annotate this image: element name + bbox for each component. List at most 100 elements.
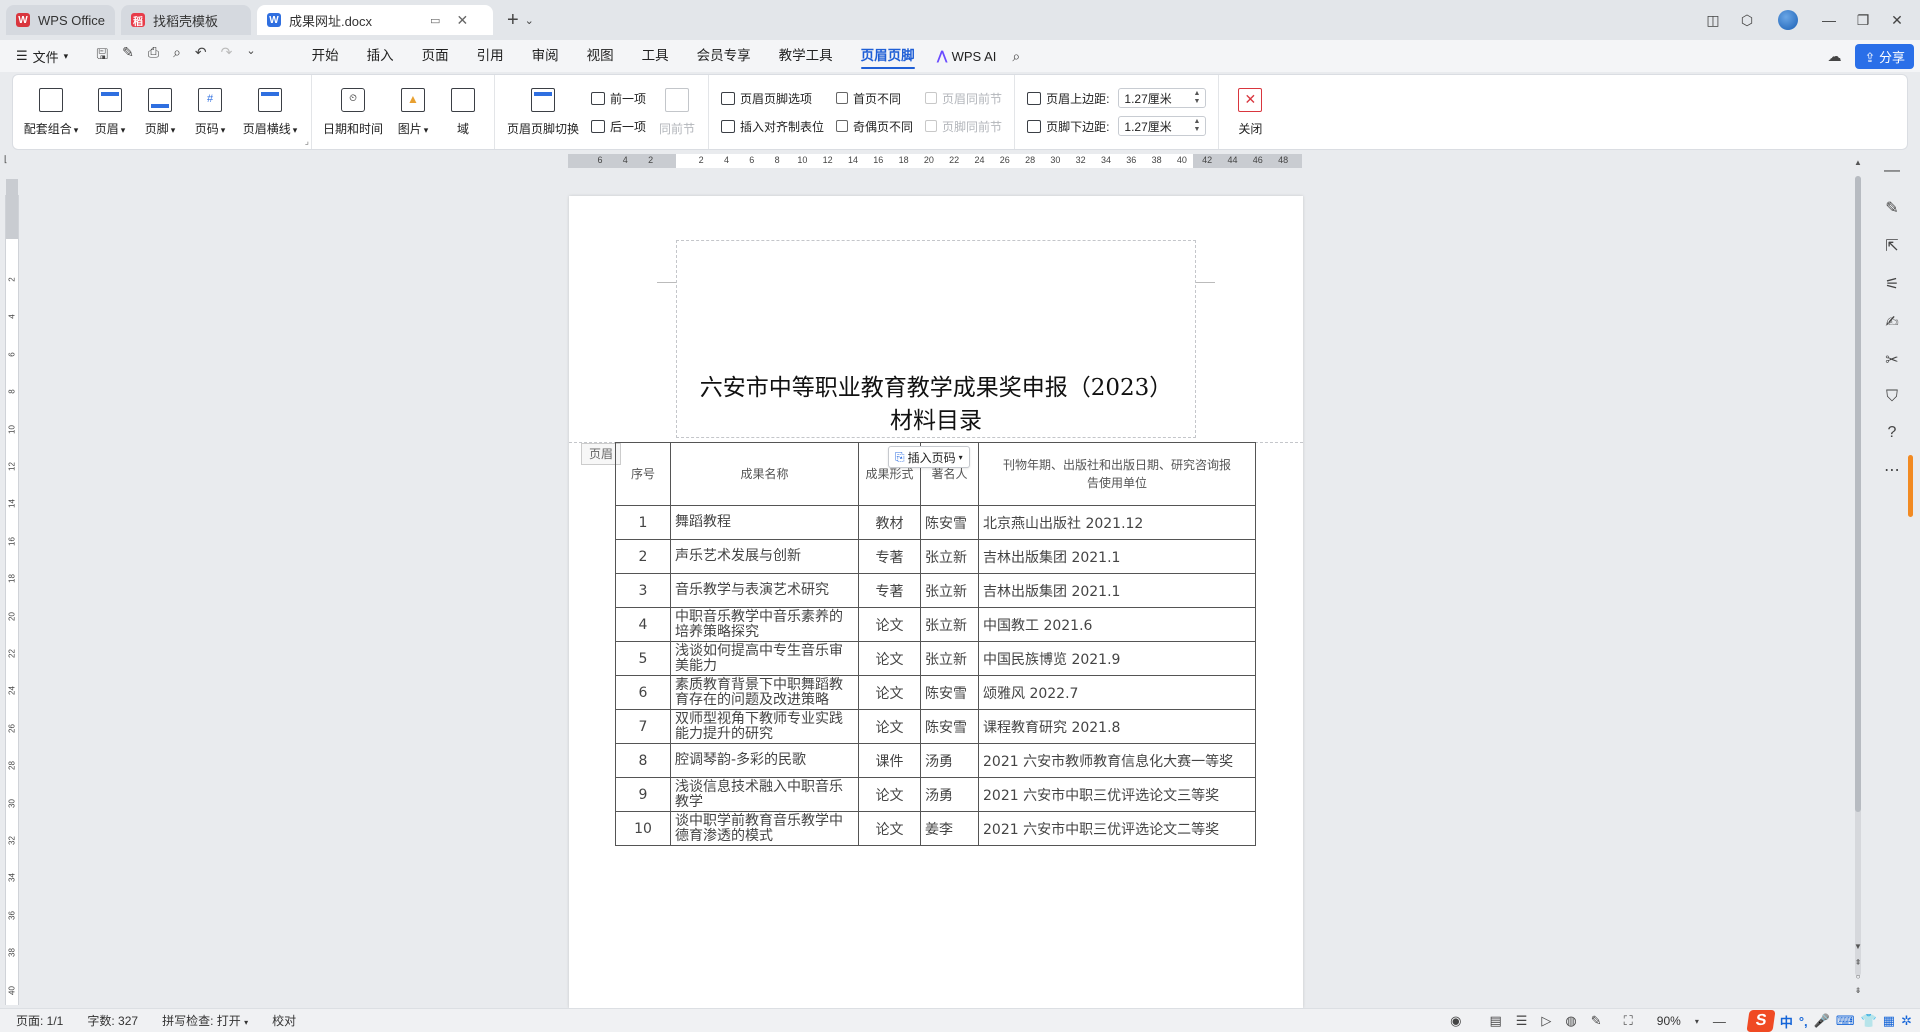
zoom-level[interactable]: 90% bbox=[1657, 1014, 1681, 1028]
cell-author[interactable]: 张立新 bbox=[920, 573, 979, 608]
tab-wps-office[interactable]: W WPS Office bbox=[6, 5, 115, 35]
format-painter-icon[interactable]: ✎ bbox=[122, 44, 134, 68]
cell-form[interactable]: 论文 bbox=[858, 607, 921, 642]
ruler-corner-icon[interactable]: ⌊ bbox=[4, 154, 8, 165]
field-button[interactable]: 域 bbox=[440, 77, 486, 147]
footer-button[interactable]: 页脚 ▾ bbox=[137, 77, 183, 147]
table-row[interactable]: 6 素质教育背景下中职舞蹈教育存在的问题及改进策略 论文 陈安雪 颂雅风 2022.7 bbox=[615, 675, 1256, 710]
cell-publication[interactable]: 中国教工 2021.6 bbox=[978, 607, 1256, 642]
horizontal-ruler[interactable]: 6 4 2 2 4 6 8 10 12 14 16 18 20 22 24 26 28 30 32 34 36 38 40 4… bbox=[568, 154, 1302, 168]
outline-view-icon[interactable]: ☰ bbox=[1516, 1013, 1528, 1029]
cell-publication[interactable]: 2021 六安市中职三优评选论文二等奖 bbox=[978, 811, 1256, 846]
share-button[interactable]: ⇪ 分享 bbox=[1855, 43, 1914, 69]
tab-member[interactable]: 会员专享 bbox=[683, 40, 765, 72]
cell-index[interactable]: 7 bbox=[615, 709, 671, 744]
page-count[interactable]: 页面: 1/1 bbox=[16, 1012, 63, 1029]
side-notification-tab[interactable] bbox=[1908, 455, 1913, 517]
header-line-button[interactable]: 页眉横线 ▾ bbox=[237, 77, 303, 147]
cell-publication[interactable]: 吉林出版集团 2021.1 bbox=[978, 539, 1256, 574]
ime-mic-icon[interactable]: 🎤 bbox=[1814, 1013, 1830, 1029]
ime-punctuation-icon[interactable]: °, bbox=[1799, 1014, 1808, 1029]
print-preview-icon[interactable]: ⌕ bbox=[173, 44, 181, 68]
tab-insert[interactable]: 插入 bbox=[353, 40, 408, 72]
combo-button[interactable]: 配套组合 ▾ bbox=[19, 77, 83, 147]
footer-bottom-spinner[interactable]: 1.27厘米 ▲ ▼ bbox=[1118, 116, 1207, 136]
cell-index[interactable]: 5 bbox=[615, 641, 671, 676]
table-row[interactable]: 5 浅谈如何提高中专生音乐审美能力 论文 张立新 中国民族博览 2021.9 bbox=[615, 641, 1256, 676]
cloud-icon[interactable]: ☁ bbox=[1827, 48, 1841, 65]
spinner-arrows-icon[interactable]: ▲ ▼ bbox=[1193, 118, 1200, 134]
cell-publication[interactable]: 2021 六安市中职三优评选论文三等奖 bbox=[978, 777, 1256, 812]
scroll-down-icon[interactable]: ▼ bbox=[1852, 942, 1864, 951]
cell-form[interactable]: 专著 bbox=[858, 573, 921, 608]
print-icon[interactable]: ⎙ bbox=[148, 44, 159, 68]
cell-name[interactable]: 素质教育背景下中职舞蹈教育存在的问题及改进策略 bbox=[670, 675, 859, 710]
cell-publication[interactable]: 中国民族博览 2021.9 bbox=[978, 641, 1256, 676]
close-window-icon[interactable]: ✕ bbox=[1880, 12, 1914, 29]
cell-author[interactable]: 姜李 bbox=[920, 811, 979, 846]
cell-index[interactable]: 10 bbox=[615, 811, 671, 846]
date-time-button[interactable]: ⏲ 日期和时间 bbox=[320, 77, 386, 147]
web-view-icon[interactable]: ◍ bbox=[1565, 1013, 1576, 1029]
shirt-icon[interactable]: ⛉ bbox=[1881, 388, 1903, 406]
eye-protect-icon[interactable]: ◉ bbox=[1450, 1013, 1461, 1029]
cell-publication[interactable]: 颂雅风 2022.7 bbox=[978, 675, 1256, 710]
table-row[interactable]: 9 浅谈信息技术融入中职音乐教学 论文 汤勇 2021 六安市中职三优评选论文三等奖 bbox=[615, 777, 1256, 812]
ime-apps-icon[interactable]: ▦ bbox=[1883, 1013, 1895, 1029]
insert-page-number-button[interactable]: ⎘ 插入页码 ▾ bbox=[888, 446, 970, 468]
close-tab-icon[interactable]: ✕ bbox=[456, 12, 468, 29]
cell-form[interactable]: 论文 bbox=[858, 777, 921, 812]
zoom-out-icon[interactable]: — bbox=[1713, 1014, 1726, 1029]
cell-publication[interactable]: 课程教育研究 2021.8 bbox=[978, 709, 1256, 744]
tab-start[interactable]: 开始 bbox=[298, 40, 353, 72]
document-title[interactable]: 六安市中等职业教育教学成果奖申报（2023） 材料目录 bbox=[669, 372, 1203, 438]
pen-mode-icon[interactable]: ✎ bbox=[1591, 1013, 1602, 1029]
switch-header-footer-button[interactable]: 页眉页脚切换 bbox=[503, 77, 583, 147]
header-footer-options-button[interactable]: 页眉页脚选项 bbox=[721, 88, 824, 108]
word-count[interactable]: 字数: 327 bbox=[87, 1012, 138, 1029]
first-page-different-checkbox[interactable]: 首页不同 bbox=[836, 88, 913, 108]
adjust-sliders-icon[interactable]: ⚟ bbox=[1881, 274, 1903, 294]
tab-header-footer[interactable]: 页眉页脚 bbox=[847, 40, 929, 72]
cell-name[interactable]: 声乐艺术发展与创新 bbox=[670, 539, 859, 574]
footer-same-prev-checkbox[interactable]: 页脚同前节 bbox=[925, 116, 1002, 136]
results-table[interactable]: 序号 成果名称 成果形式 著名人 刊物年期、出版社和出版日期、研究咨询报告使用单… bbox=[615, 442, 1256, 846]
edit-pen-icon[interactable]: ✎ bbox=[1881, 198, 1903, 218]
table-row[interactable]: 4 中职音乐教学中音乐素养的培养策略探究 论文 张立新 中国教工 2021.6 bbox=[615, 607, 1256, 642]
vertical-scrollbar[interactable]: ▲ ▼ ⇞ ○ ⇟ bbox=[1852, 158, 1864, 1004]
search-icon[interactable]: ⌕ bbox=[1012, 48, 1020, 65]
file-menu[interactable]: ☰ 文件 ▾ bbox=[16, 47, 68, 66]
cell-name[interactable]: 中职音乐教学中音乐素养的培养策略探究 bbox=[670, 607, 859, 642]
cell-form[interactable]: 论文 bbox=[858, 641, 921, 676]
ime-keyboard-icon[interactable]: ⌨ bbox=[1836, 1013, 1855, 1029]
header-top-spinner[interactable]: 1.27厘米 ▲ ▼ bbox=[1118, 88, 1207, 108]
zoom-chevron-icon[interactable]: ▾ bbox=[1695, 1017, 1699, 1026]
cell-index[interactable]: 8 bbox=[615, 743, 671, 778]
cell-form[interactable]: 教材 bbox=[858, 505, 921, 540]
collapse-panel-icon[interactable]: — bbox=[1881, 162, 1903, 180]
cell-author[interactable]: 陈安雪 bbox=[920, 709, 979, 744]
cell-author[interactable]: 张立新 bbox=[920, 641, 979, 676]
tab-document[interactable]: W 成果网址.docx ▭ ✕ bbox=[256, 5, 493, 35]
proofread-button[interactable]: 校对 bbox=[272, 1012, 296, 1029]
cell-form[interactable]: 课件 bbox=[858, 743, 921, 778]
new-tab-icon[interactable]: + bbox=[507, 9, 519, 32]
spinner-arrows-icon[interactable]: ▲ ▼ bbox=[1193, 90, 1200, 106]
redo-icon[interactable]: ↷ bbox=[221, 44, 233, 68]
prev-page-icon[interactable]: ⇞ bbox=[1852, 958, 1864, 967]
tab-tools[interactable]: 工具 bbox=[628, 40, 683, 72]
tab-list-chevron-icon[interactable]: ⌄ bbox=[525, 14, 534, 27]
dialog-launcher-icon[interactable]: ⌟ bbox=[305, 136, 309, 147]
cell-index[interactable]: 2 bbox=[615, 539, 671, 574]
next-item-button[interactable]: 后一项 bbox=[591, 116, 646, 136]
tab-page[interactable]: 页面 bbox=[408, 40, 463, 72]
header-button[interactable]: 页眉 ▾ bbox=[87, 77, 133, 147]
table-row[interactable]: 1 舞蹈教程 教材 陈安雪 北京燕山出版社 2021.12 bbox=[615, 505, 1256, 540]
vertical-ruler[interactable]: 2 4 6 8 10 12 14 16 18 20 22 24 26 28 30 32 34 36 38 40 bbox=[5, 179, 19, 1005]
cell-form[interactable]: 论文 bbox=[858, 675, 921, 710]
table-row[interactable]: 10 谈中职学前教育音乐教学中德育渗透的模式 论文 姜李 2021 六安市中职三优评选论… bbox=[615, 811, 1256, 846]
scroll-thumb[interactable] bbox=[1855, 176, 1861, 812]
cell-publication[interactable]: 2021 六安市教师教育信息化大赛一等奖 bbox=[978, 743, 1256, 778]
select-browse-icon[interactable]: ○ bbox=[1852, 972, 1864, 981]
cell-index[interactable]: 4 bbox=[615, 607, 671, 642]
